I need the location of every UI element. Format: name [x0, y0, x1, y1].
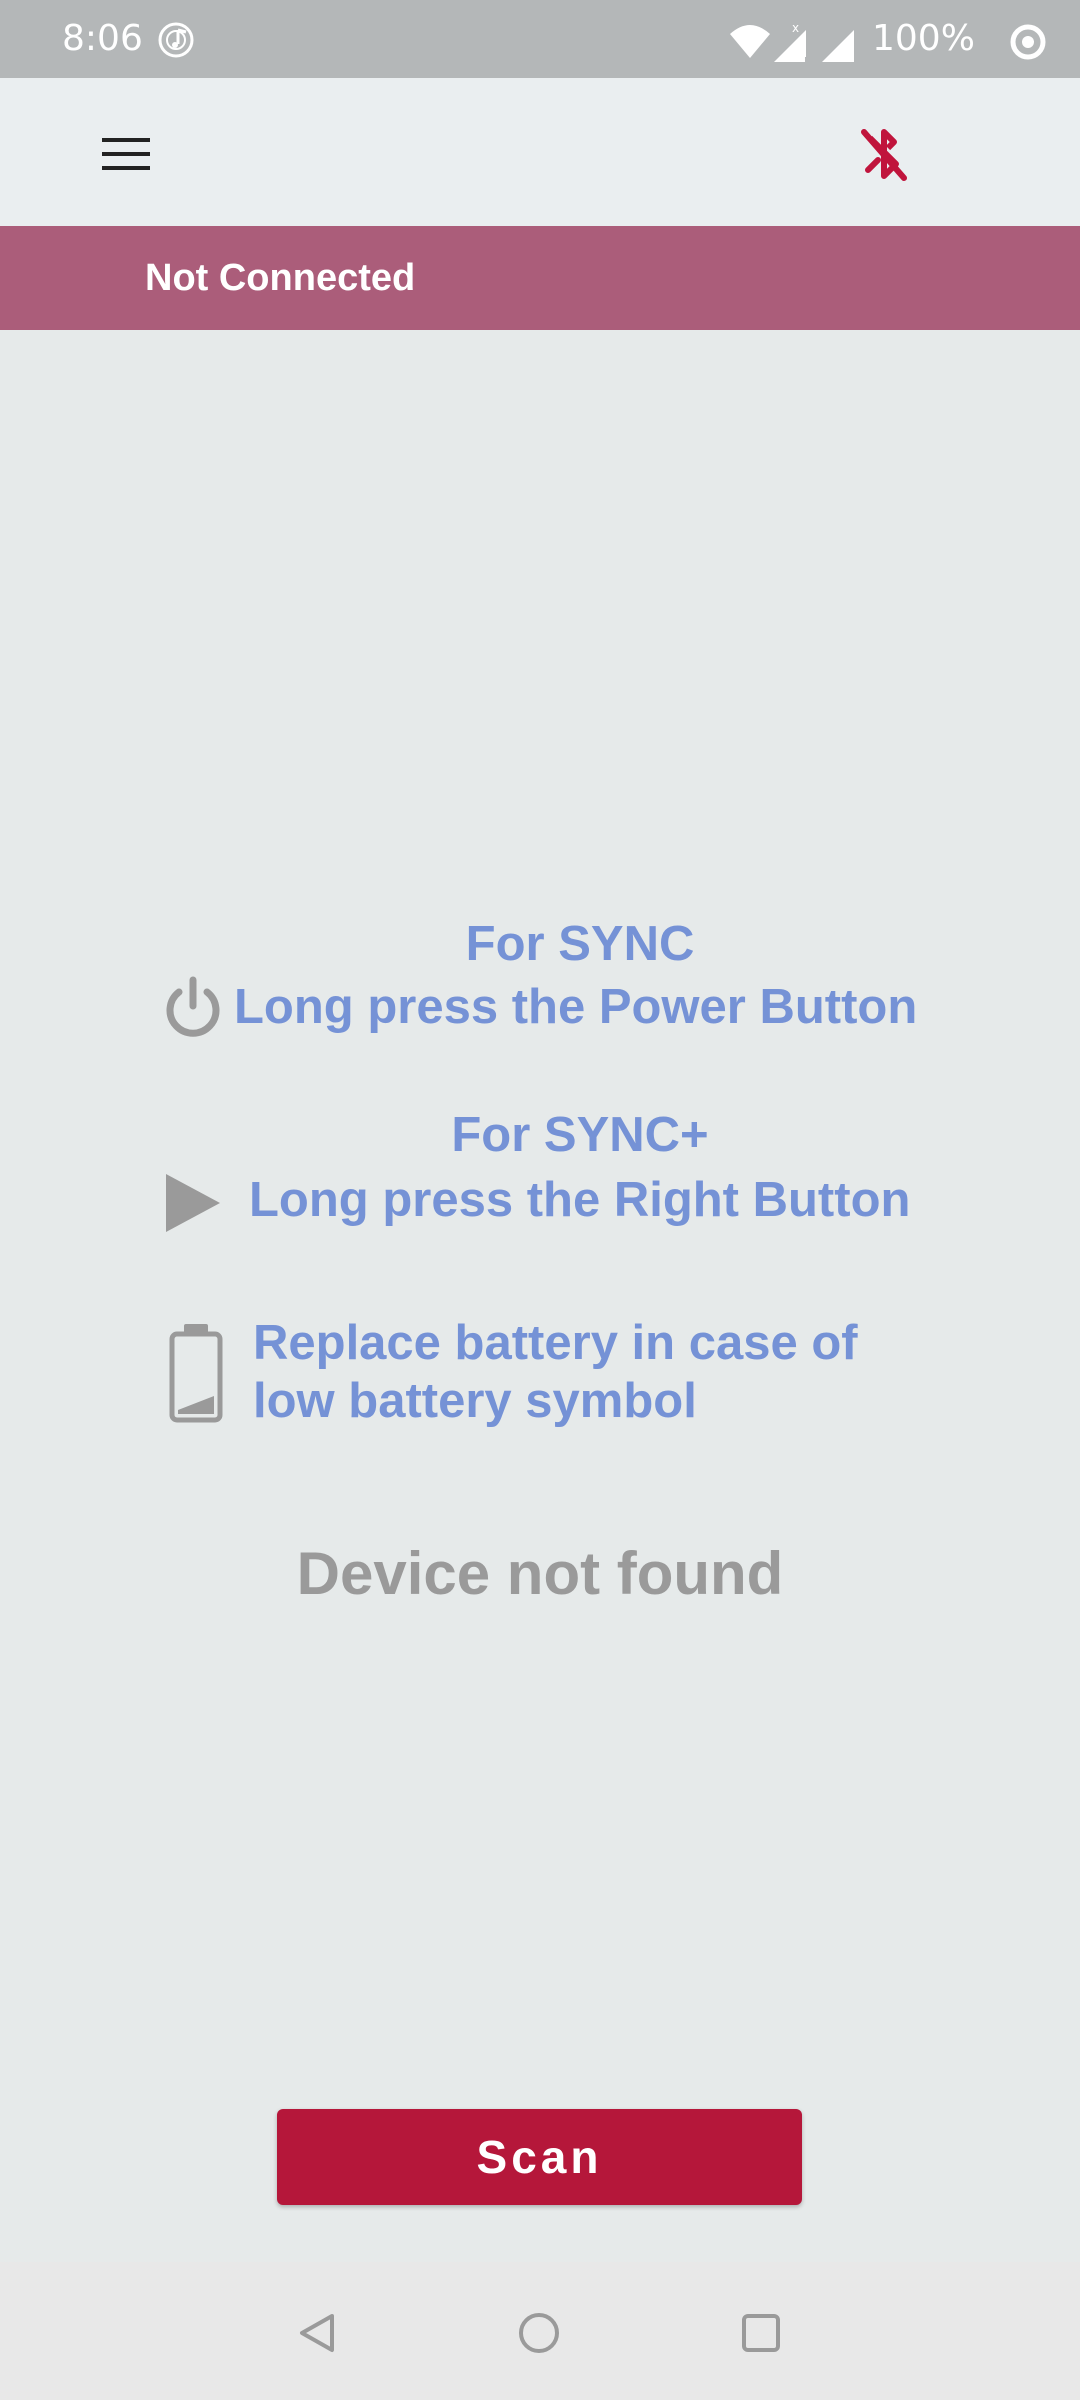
- recents-icon[interactable]: [740, 2312, 782, 2354]
- sync-plus-title: For SYNC+: [451, 1108, 709, 1162]
- system-nav-bar: [0, 2262, 1080, 2400]
- low-battery-icon: [169, 1324, 223, 1423]
- bluetooth-disabled-icon[interactable]: [852, 120, 916, 190]
- home-icon[interactable]: [518, 2312, 560, 2354]
- status-bar: 8:06 x R 100%: [0, 0, 1080, 78]
- sync-plus-instruction: Long press the Right Button: [249, 1173, 911, 1227]
- play-icon: [166, 1174, 220, 1232]
- connection-status-banner: Not Connected: [0, 226, 1080, 330]
- wifi-icon: [730, 25, 770, 58]
- back-icon[interactable]: [296, 2312, 338, 2354]
- svg-text:x: x: [792, 22, 799, 35]
- hamburger-menu-icon[interactable]: [96, 134, 156, 174]
- scan-button[interactable]: Scan: [277, 2109, 802, 2205]
- svg-text:R: R: [804, 56, 811, 66]
- power-icon: [166, 976, 220, 1037]
- sync-title: For SYNC: [465, 917, 695, 971]
- signal-icon: [822, 30, 854, 62]
- music-app-icon: [158, 22, 194, 58]
- battery-instruction: Replace battery in case of low battery s…: [253, 1314, 973, 1430]
- battery-instruction-line2: low battery symbol: [253, 1374, 697, 1428]
- battery-ring-icon: [1010, 24, 1046, 60]
- status-time: 8:06: [62, 18, 143, 59]
- battery-percent: 100%: [872, 18, 975, 59]
- battery-instruction-line1: Replace battery in case of: [253, 1316, 858, 1370]
- connection-status-text: Not Connected: [145, 257, 416, 299]
- app-toolbar: [0, 78, 1080, 226]
- sync-instruction: Long press the Power Button: [234, 980, 918, 1034]
- device-status-text: Device not found: [296, 1540, 784, 1607]
- status-icons: x R 100%: [680, 0, 1080, 78]
- signal-roaming-icon: x R: [774, 22, 811, 66]
